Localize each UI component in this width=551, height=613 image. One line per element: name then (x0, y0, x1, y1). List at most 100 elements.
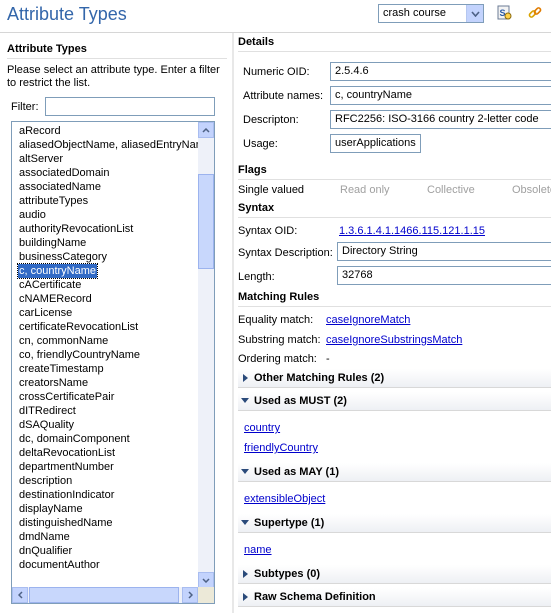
list-item[interactable]: description (19, 474, 72, 488)
other-matching-rules-toggle[interactable]: Other Matching Rules (2) (238, 369, 551, 387)
horizontal-scrollbar[interactable] (12, 587, 198, 603)
list-item[interactable]: cn, commonName (19, 334, 108, 348)
section-divider (238, 387, 551, 388)
flags-row: Single valued Read only Collective Obsol… (238, 184, 551, 198)
list-item[interactable]: displayName (19, 502, 83, 516)
supertype-link-name[interactable]: name (244, 544, 272, 556)
single-valued-flag[interactable]: Single valued (238, 184, 304, 196)
list-item[interactable]: aliasedObjectName, aliasedEntryName (19, 138, 211, 152)
editor-title: Attribute Types (7, 4, 127, 24)
may-link-extensible-object[interactable]: extensibleObject (244, 493, 325, 505)
scroll-left-icon[interactable] (12, 587, 28, 603)
equality-match-label: Equality match: (238, 314, 314, 326)
list-item[interactable]: createTimestamp (19, 362, 104, 376)
scroll-right-icon[interactable] (182, 587, 198, 603)
scroll-up-icon[interactable] (198, 122, 214, 138)
vertical-scrollbar[interactable] (198, 122, 214, 588)
syntax-section-title: Syntax (238, 202, 275, 214)
numeric-oid-field[interactable]: 2.5.4.6 (330, 62, 551, 81)
horizontal-scroll-thumb[interactable] (29, 587, 179, 603)
list-item[interactable]: dSAQuality (19, 418, 74, 432)
usage-label: Usage: (243, 138, 278, 150)
list-item[interactable]: attributeTypes (19, 194, 88, 208)
supertype-title: Supertype (1) (254, 517, 325, 529)
panel-description: Please select an attribute type. Enter a… (7, 64, 220, 89)
length-field[interactable]: 32768 (337, 266, 551, 285)
must-link-country[interactable]: country (244, 422, 280, 434)
subtypes-toggle[interactable]: Subtypes (0) (238, 565, 551, 583)
syntax-oid-label: Syntax OID: (238, 225, 298, 237)
section-divider (238, 583, 551, 584)
list-item[interactable]: authorityRevocationList (19, 222, 133, 236)
flags-section-title: Flags (238, 164, 267, 176)
list-item[interactable]: audio (19, 208, 46, 222)
used-as-may-toggle[interactable]: Used as MAY (1) (238, 463, 551, 481)
schema-search-icon[interactable]: S (497, 5, 513, 21)
equality-match-link[interactable]: caseIgnoreMatch (326, 314, 410, 326)
details-divider (238, 51, 551, 52)
list-item-selected[interactable]: c, countryName (16, 263, 99, 279)
used-as-may-title: Used as MAY (1) (254, 466, 339, 478)
description-label: Descripton: (243, 114, 299, 126)
attribute-types-panel: Attribute Types Please select an attribu… (0, 33, 232, 613)
section-divider (238, 481, 551, 482)
list-item[interactable]: carLicense (19, 306, 72, 320)
attribute-names-label: Attribute names: (243, 90, 324, 102)
list-item[interactable]: distinguishedName (19, 516, 113, 530)
twisty-down-icon (240, 514, 250, 532)
supertype-toggle[interactable]: Supertype (1) (238, 514, 551, 532)
scroll-down-icon[interactable] (198, 572, 214, 588)
raw-schema-toggle[interactable]: Raw Schema Definition (238, 588, 551, 606)
raw-schema-title: Raw Schema Definition (254, 591, 376, 603)
editor-header: Attribute Types crash course S (0, 0, 551, 32)
chevron-down-icon[interactable] (466, 5, 483, 22)
used-as-must-toggle[interactable]: Used as MUST (2) (238, 392, 551, 410)
list-item[interactable]: associatedName (19, 180, 101, 194)
section-divider (238, 410, 551, 411)
connection-combo[interactable]: crash course (378, 4, 484, 23)
syntax-oid-link[interactable]: 1.3.6.1.4.1.1466.115.121.1.15 (339, 225, 485, 237)
attribute-list[interactable]: aRecord aliasedObjectName, aliasedEntryNa… (11, 121, 215, 604)
filter-label: Filter: (11, 101, 39, 113)
list-item[interactable]: deltaRevocationList (19, 446, 115, 460)
list-item[interactable]: documentAuthor (19, 558, 100, 572)
details-panel: Details Numeric OID: 2.5.4.6 Attribute n… (234, 33, 551, 613)
attribute-names-field[interactable]: c, countryName (330, 86, 551, 105)
list-item[interactable]: creatorsName (19, 376, 88, 390)
list-item[interactable]: associatedDomain (19, 166, 110, 180)
usage-field[interactable]: userApplications (330, 134, 421, 153)
list-item[interactable]: altServer (19, 152, 63, 166)
description-field[interactable]: RFC2256: ISO-3166 country 2-letter code (330, 110, 551, 129)
list-item[interactable]: dmdName (19, 530, 70, 544)
vertical-scroll-thumb[interactable] (198, 174, 214, 269)
twisty-down-icon (240, 392, 250, 410)
list-item[interactable]: departmentNumber (19, 460, 114, 474)
link-icon[interactable] (527, 5, 543, 21)
read-only-flag: Read only (340, 184, 390, 196)
substring-match-link[interactable]: caseIgnoreSubstringsMatch (326, 334, 462, 346)
panel-title: Attribute Types (7, 43, 87, 55)
length-label: Length: (238, 271, 275, 283)
list-item[interactable]: certificateRevocationList (19, 320, 138, 334)
twisty-down-icon (240, 463, 250, 481)
list-item[interactable]: destinationIndicator (19, 488, 114, 502)
connection-combo-value: crash course (383, 7, 446, 19)
twisty-right-icon (240, 369, 250, 387)
list-item[interactable]: dc, domainComponent (19, 432, 130, 446)
details-section-title: Details (238, 36, 275, 48)
list-item[interactable]: buildingName (19, 236, 86, 250)
syntax-description-field[interactable]: Directory String (337, 242, 551, 261)
list-item[interactable]: dITRedirect (19, 404, 76, 418)
list-item[interactable]: cNAMERecord (19, 292, 92, 306)
flags-divider (238, 179, 551, 180)
list-item[interactable]: aRecord (19, 124, 61, 138)
list-item[interactable]: businessCategory (19, 250, 107, 264)
obsolete-flag: Obsolete (512, 184, 551, 196)
collective-flag: Collective (427, 184, 475, 196)
list-item[interactable]: crossCertificatePair (19, 390, 114, 404)
list-item[interactable]: co, friendlyCountryName (19, 348, 140, 362)
filter-input[interactable] (45, 97, 215, 116)
must-link-friendly-country[interactable]: friendlyCountry (244, 442, 318, 454)
list-item[interactable]: dnQualifier (19, 544, 72, 558)
list-item[interactable]: cACertificate (19, 278, 81, 292)
